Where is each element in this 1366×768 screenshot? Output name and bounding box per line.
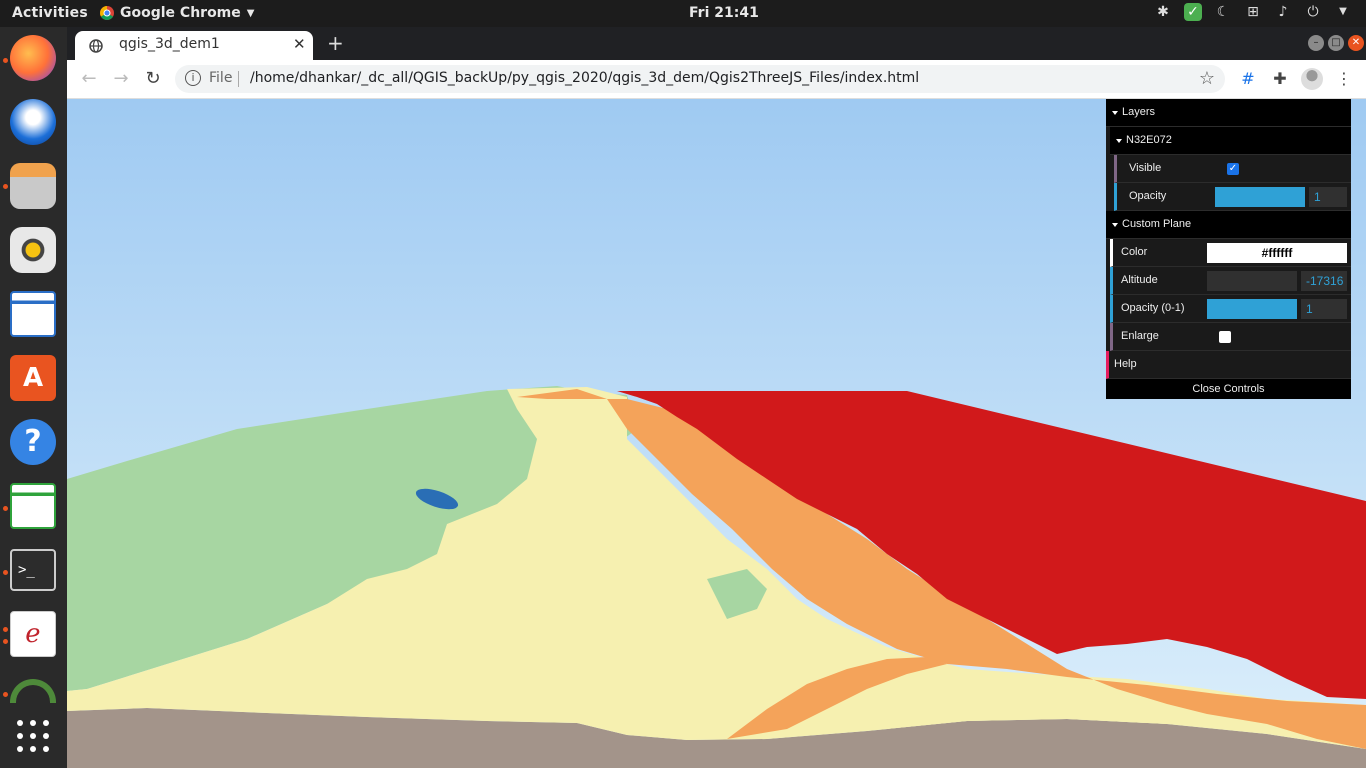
layer-folder-label: N32E072	[1126, 134, 1172, 146]
slack-icon[interactable]: ✱	[1154, 3, 1172, 21]
visible-checkbox[interactable]: ✓	[1227, 163, 1239, 175]
altitude-control: -17316	[1207, 271, 1347, 291]
clock[interactable]: Fri 21:41	[689, 5, 759, 21]
rhythmbox-icon[interactable]	[10, 227, 56, 273]
volume-icon[interactable]: ♪	[1274, 3, 1292, 21]
update-check-icon[interactable]: ✓	[1184, 3, 1202, 21]
files-icon[interactable]	[10, 163, 56, 209]
opacity-input[interactable]: 1	[1309, 187, 1347, 207]
help-label: Help	[1114, 358, 1137, 370]
opacity-slider-fill	[1215, 187, 1305, 207]
calc-icon[interactable]	[10, 483, 56, 529]
app-menu[interactable]: Google Chrome ▼	[100, 5, 254, 21]
activities-button[interactable]: Activities	[12, 5, 88, 21]
color-control: #ffffff	[1207, 243, 1347, 263]
tab-strip: qgis_3d_dem1 ✕ + – □ ✕	[67, 27, 1366, 60]
custom-plane-folder[interactable]: Custom Plane	[1106, 211, 1351, 239]
reload-icon[interactable]: ↻	[142, 68, 164, 90]
browser-toolbar: ← → ↻ i File /home/dhankar/_dc_all/QGIS_…	[67, 60, 1366, 99]
globe-icon	[89, 39, 103, 53]
app-menu-label: Google Chrome	[120, 5, 241, 21]
opacity-slider[interactable]	[1215, 187, 1305, 207]
help-row[interactable]: Help	[1106, 351, 1351, 379]
plane-opacity-label: Opacity (0-1)	[1121, 302, 1185, 314]
power-icon[interactable]: ⏻	[1304, 3, 1322, 21]
color-row: Color #ffffff	[1110, 239, 1351, 267]
controls-panel: Layers N32E072 Visible ✓ Opacity 1 Custo…	[1106, 99, 1351, 399]
running-indicator	[3, 184, 8, 189]
plane-opacity-row: Opacity (0-1) 1	[1110, 295, 1351, 323]
scheme-label: File	[209, 70, 233, 86]
running-indicator	[3, 639, 8, 644]
help-icon[interactable]: ?	[10, 419, 56, 465]
color-label: Color	[1121, 246, 1148, 258]
enlarge-row: Enlarge	[1110, 323, 1351, 351]
running-indicator	[3, 627, 8, 632]
enlarge-label: Enlarge	[1121, 330, 1159, 342]
tab-close-icon[interactable]: ✕	[293, 35, 306, 53]
url-text[interactable]: /home/dhankar/_dc_all/QGIS_backUp/py_qgi…	[250, 70, 919, 86]
running-indicator	[3, 570, 8, 575]
back-icon[interactable]: ←	[78, 68, 100, 90]
firefox-icon[interactable]	[10, 35, 56, 81]
layers-folder[interactable]: Layers	[1106, 99, 1351, 127]
close-controls-button[interactable]: Close Controls	[1106, 379, 1351, 399]
extensions-puzzle-icon[interactable]: ✚	[1269, 68, 1291, 90]
chevron-down-icon: ▼	[246, 7, 255, 19]
plane-opacity-input[interactable]: 1	[1301, 299, 1347, 319]
more-menu-icon[interactable]: ⋮	[1333, 68, 1355, 90]
running-indicator	[3, 506, 8, 511]
close-icon[interactable]: ✕	[1348, 35, 1364, 51]
window-controls: – □ ✕	[1308, 35, 1364, 51]
extension-grid-icon[interactable]: #	[1237, 68, 1259, 90]
chevron-down-icon[interactable]: ▼	[1334, 3, 1352, 21]
tab-title: qgis_3d_dem1	[119, 36, 220, 52]
custom-plane-label: Custom Plane	[1122, 218, 1192, 230]
forward-icon[interactable]: →	[110, 68, 132, 90]
address-bar[interactable]: i File /home/dhankar/_dc_all/QGIS_backUp…	[175, 65, 1225, 93]
color-input[interactable]: #ffffff	[1207, 243, 1347, 263]
layers-folder-label: Layers	[1122, 106, 1156, 118]
bookmark-star-icon[interactable]: ☆	[1199, 68, 1215, 89]
dock: A ? >_ ℯ	[0, 27, 67, 768]
show-applications-icon[interactable]	[17, 720, 49, 752]
opacity-row: Opacity 1	[1114, 183, 1351, 211]
maximize-icon[interactable]: □	[1328, 35, 1344, 51]
opacity-label: Opacity	[1129, 190, 1167, 202]
top-bar: Activities Google Chrome ▼ Fri 21:41 ✱ ✓…	[0, 0, 1366, 27]
system-monitor-icon[interactable]	[10, 679, 56, 703]
software-icon[interactable]: A	[10, 355, 56, 401]
divider	[238, 71, 239, 87]
tab-active[interactable]: qgis_3d_dem1 ✕	[75, 31, 313, 60]
night-light-icon[interactable]: ☾	[1214, 3, 1232, 21]
altitude-input[interactable]: -17316	[1301, 271, 1347, 291]
altitude-label: Altitude	[1121, 274, 1158, 286]
avatar[interactable]	[1301, 68, 1323, 90]
browser-window: qgis_3d_dem1 ✕ + – □ ✕ ← → ↻ i File /hom…	[67, 27, 1366, 99]
enlarge-checkbox[interactable]	[1219, 331, 1231, 343]
enlarge-control	[1207, 327, 1347, 347]
altitude-row: Altitude -17316	[1110, 267, 1351, 295]
visible-label: Visible	[1129, 162, 1162, 174]
new-tab-button[interactable]: +	[327, 31, 344, 55]
plane-opacity-slider-fill	[1207, 299, 1297, 319]
opacity-control: 1	[1215, 187, 1347, 207]
system-tray[interactable]: ✱ ✓ ☾ ⊞ ♪ ⏻ ▼	[1154, 3, 1352, 21]
chrome-icon	[100, 6, 114, 20]
visible-row: Visible ✓	[1114, 155, 1351, 183]
layer-folder-n32e072[interactable]: N32E072	[1110, 127, 1351, 155]
visible-control: ✓	[1215, 159, 1347, 179]
plane-opacity-slider[interactable]	[1207, 299, 1297, 319]
running-indicator	[3, 58, 8, 63]
document-viewer-icon[interactable]: ℯ	[10, 611, 56, 657]
network-icon[interactable]: ⊞	[1244, 3, 1262, 21]
altitude-slider[interactable]	[1207, 271, 1297, 291]
writer-icon[interactable]	[10, 291, 56, 337]
running-indicator	[3, 692, 8, 697]
thunderbird-icon[interactable]	[10, 99, 56, 145]
info-icon[interactable]: i	[185, 70, 201, 86]
plane-opacity-control: 1	[1207, 299, 1347, 319]
terminal-icon[interactable]: >_	[10, 549, 56, 591]
minimize-icon[interactable]: –	[1308, 35, 1324, 51]
